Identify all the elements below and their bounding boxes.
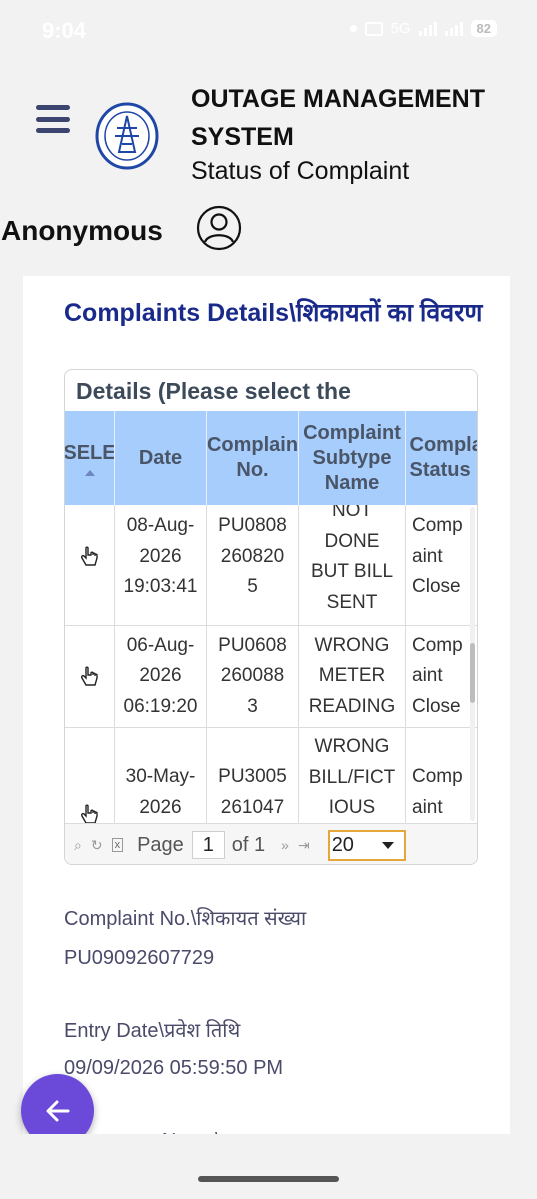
last-page-icon[interactable]: ⇥: [298, 837, 310, 854]
date-cell: 30-May-2026: [115, 728, 207, 823]
refresh-icon[interactable]: ↻: [91, 837, 103, 854]
sort-asc-icon: [84, 469, 95, 476]
page-number-input[interactable]: 1: [191, 831, 225, 859]
company-logo-icon: [95, 102, 159, 170]
hand-pointer-icon[interactable]: [79, 666, 101, 688]
page-label: Page: [137, 833, 184, 856]
date-text: 30-May-2026: [125, 766, 196, 818]
complaint-no-label: Complaint No.\शिकायत संख्या: [64, 908, 307, 930]
complaint-no-text: PU0808 260820 5: [218, 515, 287, 598]
battery-icon: 82: [470, 20, 497, 37]
signal-icon-2: [444, 21, 463, 36]
subtype-text: WRONG BILL/FICT IOUS: [308, 736, 396, 818]
table-row[interactable]: 08-Aug-2026 19:03:41 PU0808 260820 5 NOT…: [65, 505, 477, 626]
user-name: Anonymous: [1, 215, 163, 246]
column-header-date[interactable]: Date: [115, 411, 207, 505]
page-size-select[interactable]: 20: [327, 829, 406, 861]
grid-header: SELE Date Complain No. Complaint Subtype…: [65, 411, 478, 505]
subtype-text: NOT DONE BUT BILL SENT: [310, 505, 394, 613]
entry-date-value: 09/09/2026 05:59:50 PM: [64, 1057, 284, 1079]
content-panel: Complaints Details\शिकायतों का विवरण Det…: [23, 276, 510, 1136]
status-cell: Comp aint Close: [406, 505, 477, 625]
complaint-no-cell: PU0608 260088 3: [207, 626, 299, 727]
next-page-icon[interactable]: »: [281, 837, 289, 853]
app-header: OUTAGE MANAGEMENT SYSTEM Status of Compl…: [0, 62, 537, 262]
status-cell: Comp aint: [406, 728, 477, 823]
status-icons: 5G 82: [349, 20, 497, 37]
table-row[interactable]: 06-Aug-2026 06:19:20 PU0608 260088 3 WRO…: [65, 626, 477, 728]
search-icon[interactable]: ⌕: [74, 837, 82, 854]
complaints-grid: Details (Please select the SELE Date Com…: [64, 369, 478, 865]
column-header-select[interactable]: SELE: [65, 411, 115, 505]
complaint-no-value: PU09092607729: [64, 947, 215, 969]
column-header-label: Complain No.: [207, 434, 299, 481]
select-cell[interactable]: [65, 728, 115, 823]
grid-body: 08-Aug-2026 19:03:41 PU0808 260820 5 NOT…: [65, 505, 477, 823]
system-nav-bar: [0, 1134, 537, 1199]
hamburger-icon[interactable]: [36, 105, 70, 133]
notification-dot-icon: [349, 25, 357, 32]
entry-date-label: Entry Date\प्रवेश तिथि: [64, 1020, 241, 1042]
page-total-label: of 1: [231, 833, 266, 856]
status-bar: 9:04 5G 82: [0, 0, 537, 62]
subtype-cell: NOT DONE BUT BILL SENT: [299, 505, 406, 625]
column-header-label: Complaint Subtype Name: [303, 421, 401, 494]
status-text: Comp aint Close: [412, 515, 463, 598]
column-header-label: SELE: [65, 441, 115, 464]
sim-icon: [364, 21, 383, 36]
subtype-cell: WRONG BILL/FICT IOUS: [299, 728, 406, 823]
arrow-left-icon: [46, 1100, 69, 1121]
subtype-text: WRONG METER READING: [308, 634, 396, 717]
table-row[interactable]: 30-May-2026 PU3005 261047 WRONG BILL/FIC…: [65, 728, 477, 823]
subtype-cell: WRONG METER READING: [299, 626, 406, 727]
select-cell[interactable]: [65, 505, 115, 625]
complaint-no-text: PU3005 261047: [218, 766, 287, 818]
chevron-down-icon: [381, 841, 394, 849]
column-header-label: Date: [138, 446, 183, 469]
column-header-subtype[interactable]: Complaint Subtype Name: [299, 411, 406, 505]
hand-pointer-icon[interactable]: [79, 804, 101, 823]
complaint-no-cell: PU3005 261047: [207, 728, 299, 823]
complaint-no-text: PU0608 260088 3: [218, 634, 287, 717]
date-cell: 06-Aug-2026 06:19:20: [115, 626, 207, 727]
grid-pager: ⌕ ↻ x Page 1 of 1 » ⇥ 20: [65, 823, 477, 864]
grid-caption: Details (Please select the: [76, 378, 351, 404]
page-size-value: 20: [331, 833, 354, 856]
grid-scrollbar[interactable]: [470, 507, 475, 821]
date-cell: 08-Aug-2026 19:03:41: [115, 505, 207, 625]
complaint-no-cell: PU0808 260820 5: [207, 505, 299, 625]
app-title: OUTAGE MANAGEMENT SYSTEM: [191, 85, 485, 151]
hand-pointer-icon[interactable]: [79, 546, 101, 568]
column-header-label: Compla Status: [409, 434, 478, 481]
date-text: 06-Aug-2026 06:19:20: [123, 634, 198, 717]
column-header-status[interactable]: Compla Status: [406, 411, 478, 505]
status-text: Comp aint: [412, 766, 463, 818]
signal-icon: [418, 21, 437, 36]
clock: 9:04: [42, 18, 87, 43]
status-cell: Comp aint Close: [406, 626, 477, 727]
network-type: 5G: [390, 20, 411, 37]
status-text: Comp aint Close: [412, 634, 463, 717]
page-subtitle: Status of Complaint: [191, 157, 410, 185]
date-text: 08-Aug-2026 19:03:41: [123, 515, 198, 598]
export-excel-icon[interactable]: x: [111, 838, 124, 852]
select-cell[interactable]: [65, 626, 115, 727]
section-title: Complaints Details\शिकायतों का विवरण: [64, 299, 483, 327]
user-circle-icon[interactable]: [196, 205, 242, 251]
scrollbar-thumb[interactable]: [470, 643, 475, 703]
home-gesture-bar[interactable]: [198, 1176, 339, 1182]
column-header-complaint-no[interactable]: Complain No.: [207, 411, 299, 505]
